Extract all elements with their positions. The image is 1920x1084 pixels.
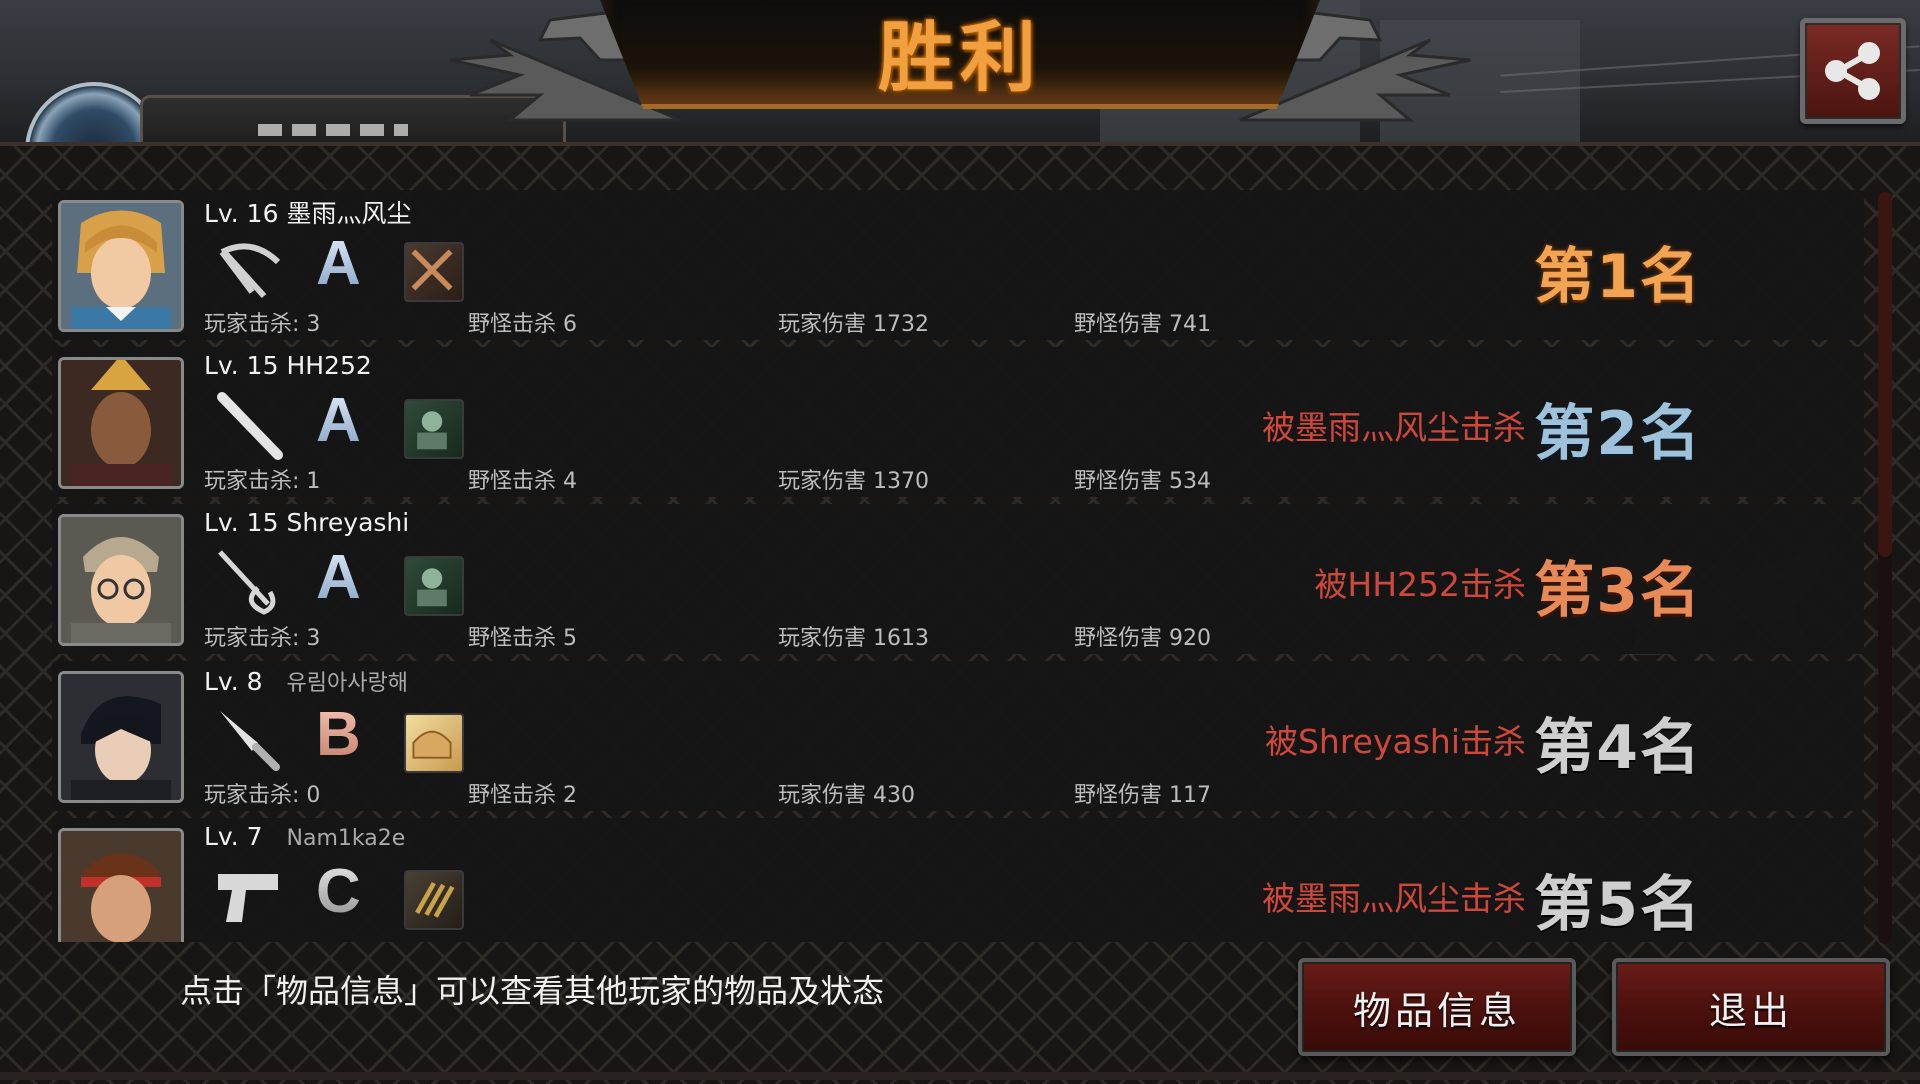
player-header: Lv. 15 Shreyashi <box>204 508 409 537</box>
monster-kills-stat: 野怪击杀 4 <box>468 469 577 494</box>
player-level: Lv. 8 <box>204 667 263 696</box>
player-level: Lv. 15 <box>204 508 279 537</box>
rank-label: 第5名 <box>1534 870 1702 940</box>
monster-kills-stat: 野怪击杀 6 <box>468 312 577 337</box>
grade-badge: B <box>316 700 361 769</box>
player-damage-stat: 玩家伤害 430 <box>778 783 915 808</box>
player-level: Lv. 7 <box>204 822 263 851</box>
exit-button[interactable]: 退出 <box>1612 958 1890 1056</box>
killed-by-text: 被Shreyashi击杀 <box>1264 722 1526 761</box>
rank-label: 第3名 <box>1534 556 1702 626</box>
player-header: Lv. 8 유림아사랑해 <box>204 665 408 697</box>
soldier-portrait-icon <box>404 399 464 459</box>
player-results-list[interactable]: Lv. 16 墨雨灬风尘 A+ 玩家击杀: 3 野怪击杀 6 玩家伤害 1732… <box>52 190 1864 942</box>
player-name: 墨雨灬风尘 <box>286 199 412 228</box>
player-damage-stat: 玩家伤害 1732 <box>778 312 929 337</box>
player-row-5[interactable]: Lv. 7 Nam1ka2e C+ 被墨雨灬风尘击杀 第5名 <box>52 818 1864 942</box>
scrollbar-thumb[interactable] <box>1878 192 1892 557</box>
player-row-3[interactable]: Lv. 15 Shreyashi A+ 玩家击杀: 3 野怪击杀 5 玩家伤害 … <box>52 504 1864 654</box>
rank-label: 第2名 <box>1534 399 1702 469</box>
player-row-4[interactable]: Lv. 8 유림아사랑해 B 玩家击杀: 0 野怪击杀 2 玩家伤害 430 野… <box>52 661 1864 811</box>
player-row-1[interactable]: Lv. 16 墨雨灬风尘 A+ 玩家击杀: 3 野怪击杀 6 玩家伤害 1732… <box>52 190 1864 340</box>
pistol-icon <box>218 874 278 922</box>
player-header: Lv. 16 墨雨灬风尘 <box>204 194 411 230</box>
player-level: Lv. 15 <box>204 351 279 380</box>
player-header: Lv. 7 Nam1ka2e <box>204 822 405 851</box>
player-header: Lv. 15 HH252 <box>204 351 372 380</box>
player-damage-stat: 玩家伤害 1613 <box>778 626 929 651</box>
killed-by-text: 被墨雨灬风尘击杀 <box>1262 879 1526 918</box>
player-damage-stat: 玩家伤害 1370 <box>778 469 929 494</box>
killed-by-text: 被墨雨灬风尘击杀 <box>1262 408 1526 447</box>
player-kills-stat: 玩家击杀: 3 <box>204 312 321 337</box>
player-level: Lv. 16 <box>204 199 279 228</box>
monster-damage-stat: 野怪伤害 117 <box>1074 783 1211 808</box>
grade-badge: A <box>316 386 361 455</box>
soldier-portrait-icon <box>404 556 464 616</box>
monster-kills-stat: 野怪击杀 2 <box>468 783 577 808</box>
player-name: Shreyashi <box>286 508 410 537</box>
bottom-border <box>0 1072 1920 1080</box>
crossed-blades-icon <box>404 242 464 302</box>
player-avatar <box>58 671 184 803</box>
kitchen-knife-icon <box>220 711 280 771</box>
player-kills-stat: 玩家击杀: 0 <box>204 783 321 808</box>
player-avatar <box>58 514 184 646</box>
baseball-bat-icon <box>217 392 283 460</box>
player-name: HH252 <box>286 351 372 380</box>
monster-damage-stat: 野怪伤害 741 <box>1074 312 1211 337</box>
share-button[interactable] <box>1800 18 1906 124</box>
monster-damage-stat: 野怪伤害 534 <box>1074 469 1211 494</box>
item-info-button[interactable]: 物品信息 <box>1298 958 1576 1056</box>
player-avatar <box>58 357 184 489</box>
grade-badge: A+ <box>316 538 380 612</box>
player-avatar <box>58 828 184 942</box>
player-name: Nam1ka2e <box>286 826 406 851</box>
player-avatar <box>58 200 184 332</box>
player-name: 유림아사랑해 <box>286 671 408 696</box>
victory-title: 胜利 <box>878 13 1042 102</box>
killed-by-text: 被HH252击杀 <box>1314 565 1526 604</box>
rank-label: 第1名 <box>1534 242 1702 312</box>
grade-badge: A+ <box>316 224 380 298</box>
share-icon <box>1825 42 1880 100</box>
player-kills-stat: 玩家击杀: 3 <box>204 626 321 651</box>
rank-label: 第4名 <box>1534 713 1702 783</box>
rapier-icon <box>218 550 276 615</box>
monster-damage-stat: 野怪伤害 920 <box>1074 626 1211 651</box>
bread-icon <box>404 713 464 773</box>
crossbow-icon <box>219 243 281 299</box>
grade-badge: C+ <box>316 852 380 926</box>
items-hint-text: 点击「物品信息」可以查看其他玩家的物品及状态 <box>180 972 885 1010</box>
list-scrollbar[interactable] <box>1878 192 1892 944</box>
ammo-icon <box>404 870 464 930</box>
player-kills-stat: 玩家击杀: 1 <box>204 469 321 494</box>
player-row-2[interactable]: Lv. 15 HH252 A 玩家击杀: 1 野怪击杀 4 玩家伤害 1370 … <box>52 347 1864 497</box>
monster-kills-stat: 野怪击杀 5 <box>468 626 577 651</box>
